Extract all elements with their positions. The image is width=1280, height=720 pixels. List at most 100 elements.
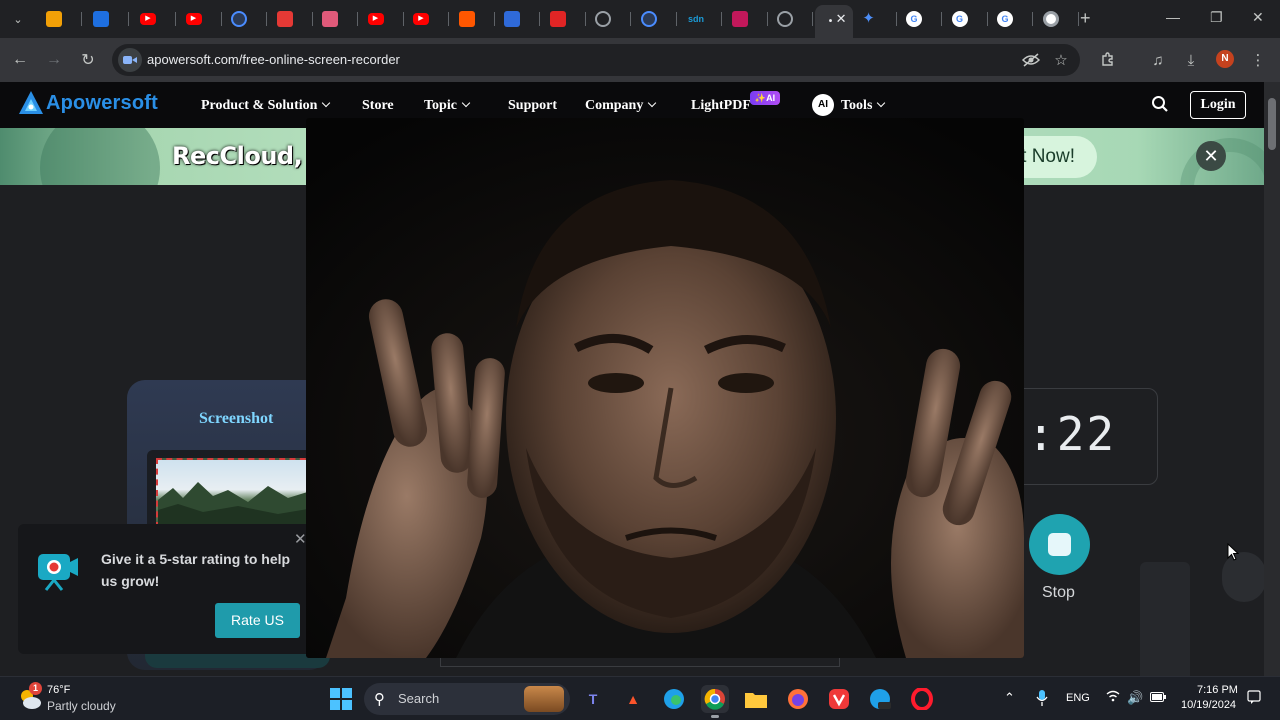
nav-topic[interactable]: Topic	[424, 98, 471, 114]
edge-canary-icon[interactable]	[866, 685, 894, 713]
chevron-down-icon	[648, 98, 657, 108]
microphone-icon[interactable]	[1036, 690, 1048, 709]
apowersoft-logo[interactable]: Apowersoft	[18, 90, 158, 116]
youtube-icon: ▶	[367, 13, 384, 25]
browser-tab[interactable]	[587, 5, 631, 33]
opera-icon[interactable]	[908, 685, 936, 713]
browser-tab[interactable]: sdn	[678, 5, 722, 33]
banner-close-icon[interactable]: ✕	[1196, 141, 1226, 171]
nav-product-label: Product & Solution	[201, 98, 318, 113]
battery-icon[interactable]	[1150, 690, 1166, 705]
notifications-icon[interactable]	[1247, 690, 1261, 707]
firefox-icon[interactable]	[784, 685, 812, 713]
globe-icon	[595, 11, 611, 27]
tab-separator	[448, 12, 449, 26]
clock-time[interactable]: 7:16 PM	[1197, 684, 1238, 696]
tab-separator	[220, 12, 222, 26]
browser-tab[interactable]	[269, 5, 313, 33]
windows-start-icon[interactable]	[330, 688, 352, 710]
rate-us-button[interactable]: Rate US	[215, 603, 300, 638]
mouse-cursor-icon	[1227, 543, 1239, 561]
browser-tab[interactable]	[769, 5, 813, 33]
browser-tab[interactable]: ▶	[178, 5, 222, 33]
minimize-button[interactable]: —	[1166, 9, 1180, 25]
youtube-icon: ▶	[185, 13, 202, 25]
browser-tab[interactable]	[314, 5, 358, 33]
tab-search-button[interactable]: ⌄	[6, 7, 30, 31]
browser-tab[interactable]: ✦	[853, 5, 897, 33]
puzzle-icon	[731, 11, 748, 27]
scrollbar-thumb[interactable]	[1268, 98, 1276, 150]
close-window-button[interactable]: ✕	[1252, 9, 1264, 26]
wifi-icon[interactable]	[1106, 690, 1120, 705]
bookmark-star-icon[interactable]: ☆	[1051, 50, 1071, 70]
browser-tab[interactable]	[542, 5, 586, 33]
address-bar[interactable]: apowersoft.com/free-online-screen-record…	[112, 44, 1080, 76]
circle-icon	[231, 11, 247, 27]
chevron-down-icon	[322, 98, 331, 108]
taskbar-search-box[interactable]: ⚲ Search	[364, 683, 570, 715]
extensions-icon[interactable]	[1098, 50, 1118, 70]
tab-separator	[539, 12, 540, 26]
menu-kebab-icon[interactable]: ⋮	[1248, 50, 1268, 70]
nav-support[interactable]: Support	[508, 98, 557, 114]
browser-tab[interactable]: ▶	[405, 5, 449, 33]
nav-store[interactable]: Store	[362, 98, 394, 114]
login-button[interactable]: Login	[1190, 91, 1246, 119]
nav-lightpdf[interactable]: LightPDF	[691, 98, 751, 114]
download-icon[interactable]: ⤓	[1181, 50, 1201, 70]
browser-tab[interactable]: G	[898, 5, 942, 33]
clock-date[interactable]: 10/19/2024	[1181, 699, 1236, 711]
new-tab-button[interactable]: +	[1080, 8, 1091, 29]
page-scrollbar[interactable]	[1264, 82, 1280, 676]
language-indicator[interactable]: ENG	[1066, 692, 1090, 704]
search-icon[interactable]	[1151, 95, 1169, 118]
weather-description: Partly cloudy	[47, 699, 116, 713]
browser-tab[interactable]: ▶	[360, 5, 404, 33]
site-info-icon[interactable]	[118, 48, 142, 72]
teams-icon[interactable]: T	[579, 685, 607, 713]
rating-close-icon[interactable]: ✕	[294, 530, 307, 548]
webcam-overlay[interactable]	[306, 118, 1024, 658]
browser-tab[interactable]	[451, 5, 495, 33]
sdn-icon: sdn	[687, 14, 704, 24]
nav-company[interactable]: Company	[585, 98, 657, 114]
browser-tab[interactable]	[223, 5, 267, 33]
google-icon: G	[951, 11, 968, 27]
windows-taskbar: 1 76°F Partly cloudy ⚲ Search T ▲ ⌃ ENG …	[0, 676, 1280, 720]
browser-tab[interactable]	[724, 5, 768, 33]
tab-separator	[1077, 12, 1079, 26]
volume-icon[interactable]: 🔊	[1127, 690, 1143, 706]
tab-separator	[941, 12, 942, 26]
browser-tab[interactable]	[496, 5, 540, 33]
browser-tab[interactable]	[1035, 5, 1079, 33]
vivaldi-icon[interactable]	[825, 685, 853, 713]
browser-tab[interactable]	[85, 5, 129, 33]
nav-product-solution[interactable]: Product & Solution	[201, 98, 331, 114]
browser-tab[interactable]: G	[989, 5, 1033, 33]
browser-tab[interactable]: • ✕	[814, 5, 853, 38]
brave-icon[interactable]: ▲	[619, 685, 647, 713]
edge-icon[interactable]	[660, 685, 688, 713]
media-controls-icon[interactable]: ♫	[1148, 50, 1168, 70]
browser-tab[interactable]: ▶	[132, 5, 176, 33]
stack-icon	[46, 11, 62, 27]
browser-tab[interactable]: G	[944, 5, 988, 33]
eye-slash-icon[interactable]	[1021, 50, 1041, 70]
close-tab-icon[interactable]: ✕	[836, 11, 847, 27]
file-explorer-icon[interactable]	[742, 685, 770, 713]
image-icon	[322, 11, 338, 27]
browser-tab[interactable]	[633, 5, 677, 33]
banner-decoration	[40, 128, 160, 185]
profile-avatar[interactable]: N	[1216, 50, 1234, 68]
reload-button[interactable]: ↻	[76, 48, 100, 72]
maximize-button[interactable]: ❐	[1210, 9, 1223, 26]
nav-topic-label: Topic	[424, 98, 457, 113]
back-button[interactable]: ←	[8, 48, 32, 72]
browser-tab[interactable]	[38, 5, 82, 33]
nav-tools[interactable]: Tools	[841, 98, 886, 114]
chrome-icon[interactable]	[701, 685, 729, 718]
stop-button[interactable]	[1029, 514, 1090, 575]
show-hidden-icons-chevron[interactable]: ⌃	[1004, 690, 1015, 706]
forward-button[interactable]: →	[42, 48, 66, 72]
